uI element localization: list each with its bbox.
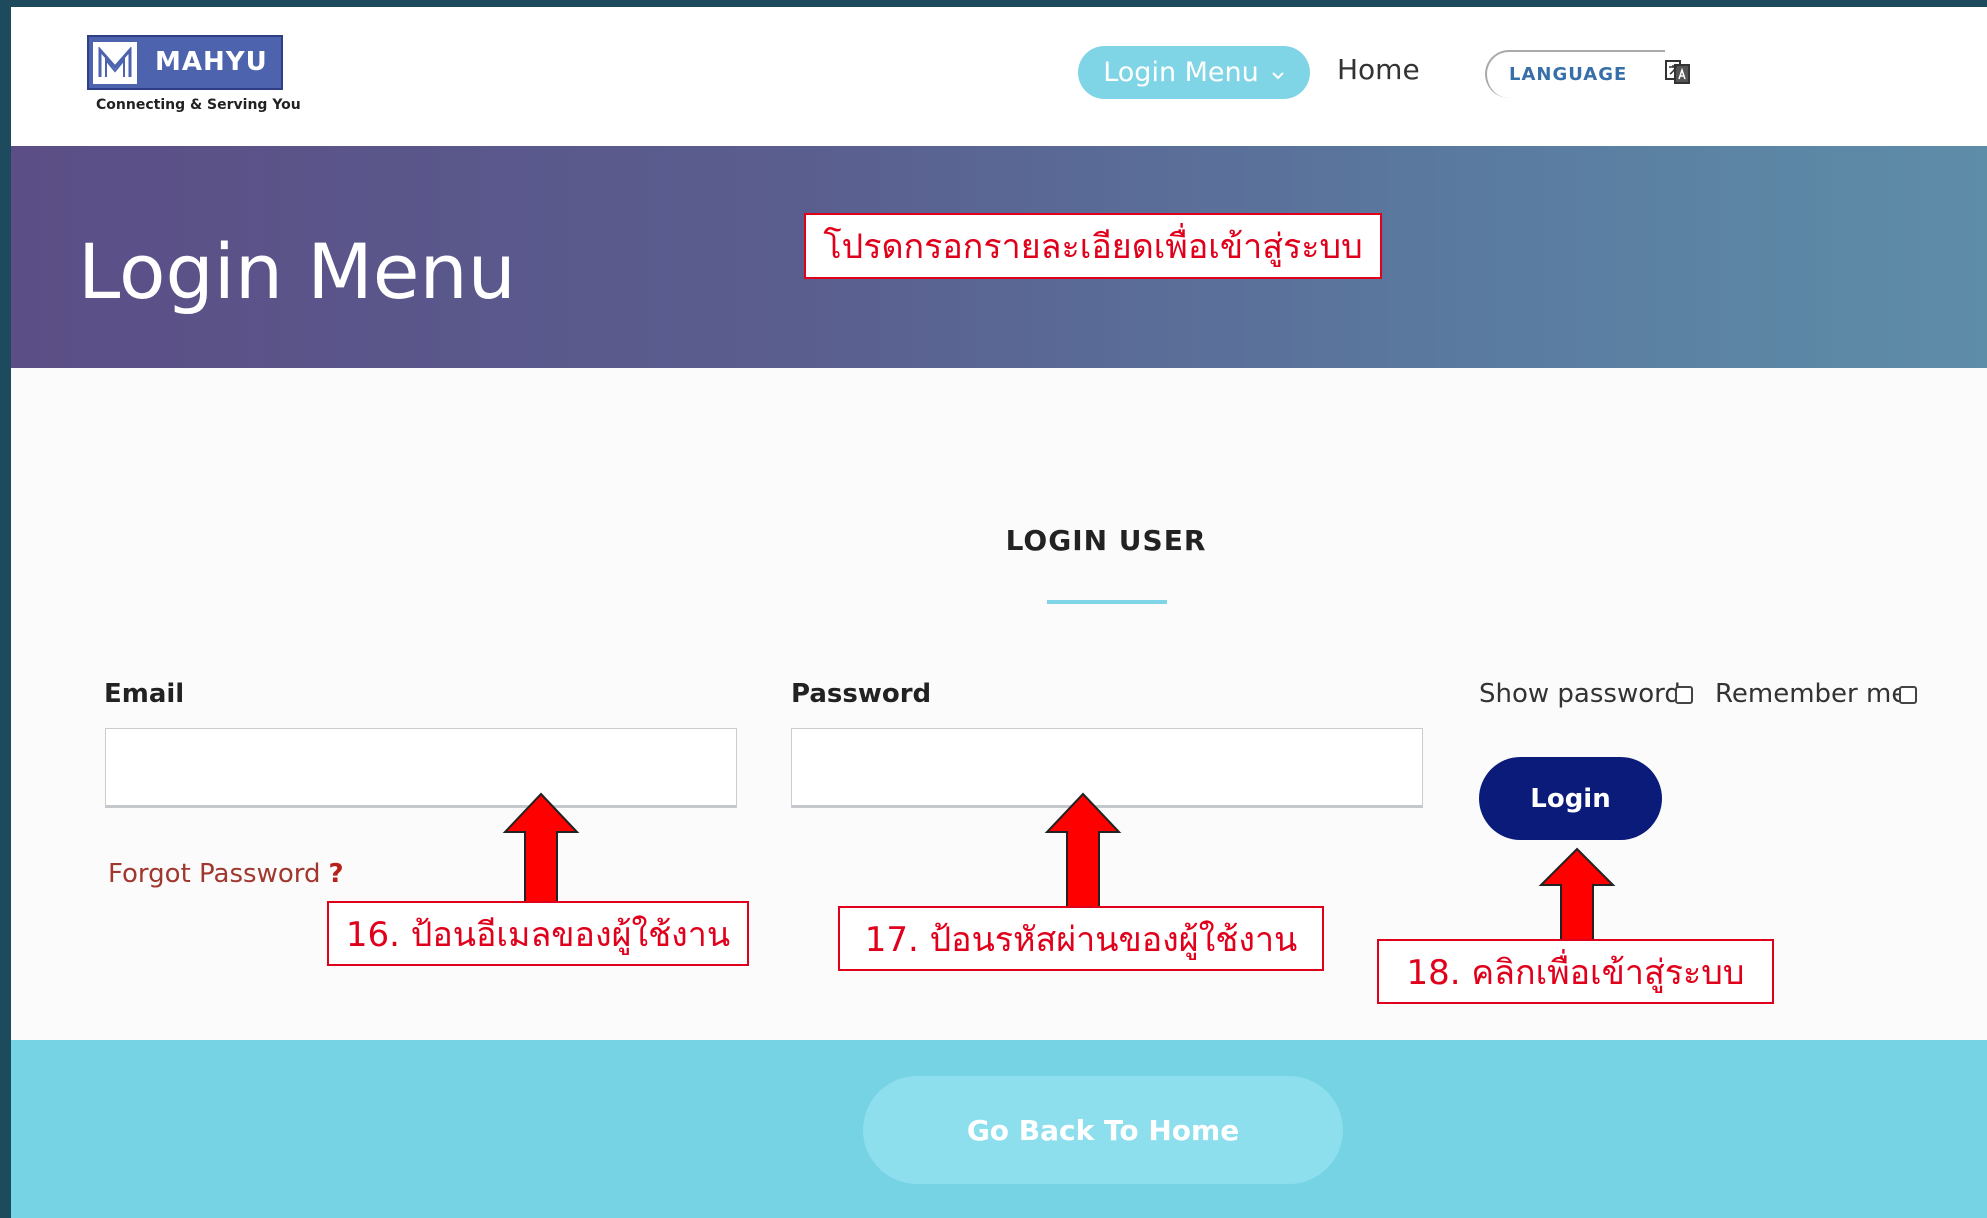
remember-me-checkbox[interactable] <box>1899 686 1917 704</box>
annotation-fill-details: โปรดกรอกรายละเอียดเพื่อเข้าสู่ระบบ <box>804 213 1382 279</box>
forgot-password-label: Forgot Password <box>108 859 321 889</box>
forgot-password-link[interactable]: Forgot Password? <box>108 859 344 889</box>
go-back-home-button[interactable]: Go Back To Home <box>863 1076 1343 1184</box>
logo-name: MAHYU <box>155 47 268 77</box>
annotation-step-16: 16. ป้อนอีเมลของผู้ใช้งาน <box>327 901 749 966</box>
remember-me-label: Remember me <box>1715 679 1908 709</box>
page-footer: Go Back To Home <box>11 1040 1987 1218</box>
arrow-up-icon <box>1044 792 1122 909</box>
logo-tagline: Connecting & Serving You <box>96 97 301 113</box>
logo-m-icon <box>93 42 137 84</box>
arrow-up-icon <box>1538 847 1616 942</box>
logo-box: MAHYU <box>87 35 283 90</box>
password-label: Password <box>791 679 932 709</box>
login-button[interactable]: Login <box>1479 757 1662 840</box>
language-selector[interactable]: LANGUAGE <box>1485 50 1665 98</box>
email-field[interactable] <box>105 728 737 808</box>
nav-home-link[interactable]: Home <box>1337 53 1420 86</box>
section-title-underline <box>1047 600 1167 604</box>
chevron-down-icon <box>1271 57 1285 88</box>
show-password-label: Show password <box>1479 679 1681 709</box>
language-label: LANGUAGE <box>1509 64 1628 85</box>
annotation-step-17: 17. ป้อนรหัสผ่านของผู้ใช้งาน <box>838 906 1324 971</box>
page-title: Login Menu <box>78 227 516 316</box>
show-password-checkbox[interactable] <box>1675 686 1693 704</box>
annotation-step-18: 18. คลิกเพื่อเข้าสู่ระบบ <box>1377 939 1774 1004</box>
arrow-up-icon <box>502 792 580 906</box>
question-icon: ? <box>328 859 344 889</box>
translate-icon[interactable] <box>1664 57 1692 85</box>
nav-login-menu-button[interactable]: Login Menu <box>1078 46 1310 99</box>
nav-login-menu-label: Login Menu <box>1103 57 1259 88</box>
email-label: Email <box>104 679 185 709</box>
page-frame: MAHYU Connecting & Serving You Login Men… <box>11 7 1987 1218</box>
site-header: MAHYU Connecting & Serving You Login Men… <box>11 7 1987 146</box>
mahyu-logo[interactable]: MAHYU Connecting & Serving You <box>87 35 301 119</box>
section-title: LOGIN USER <box>1005 524 1207 557</box>
